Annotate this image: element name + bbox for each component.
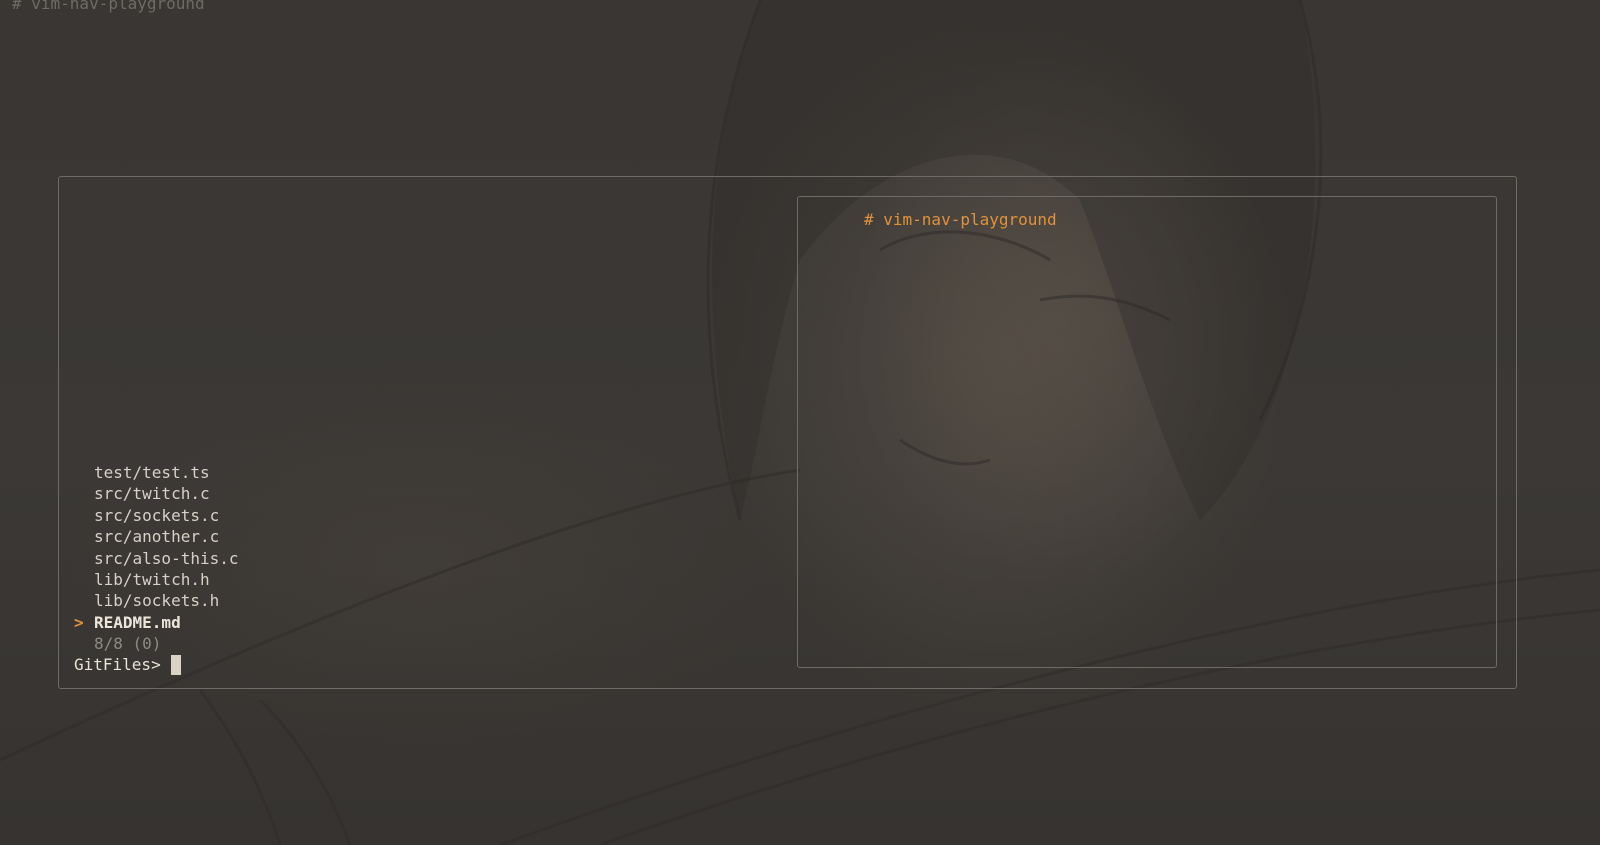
selection-pointer-icon: > <box>74 612 84 632</box>
file-path: src/sockets.c <box>94 505 220 525</box>
file-path: src/another.c <box>94 527 220 547</box>
file-path: lib/twitch.h <box>94 569 210 589</box>
file-path: src/twitch.c <box>94 484 210 504</box>
file-list-item[interactable]: > README.md <box>0 612 239 633</box>
file-list-item[interactable]: lib/sockets.h <box>0 590 239 611</box>
prompt-label: GitFiles> <box>74 655 161 674</box>
file-list-item[interactable]: lib/twitch.h <box>0 569 239 590</box>
buffer-first-line: # vim-nav-playground <box>12 0 205 13</box>
preview-content-line: # vim-nav-playground <box>864 210 1057 229</box>
preview-pane: # vim-nav-playground <box>797 196 1497 668</box>
prompt-row: GitFiles> <box>74 654 181 675</box>
file-list: test/test.ts src/twitch.c src/sockets.c src… <box>0 462 239 633</box>
file-list-item[interactable]: test/test.ts <box>0 462 239 483</box>
file-path: src/also-this.c <box>94 548 239 568</box>
search-input[interactable] <box>170 654 181 675</box>
terminal-screen: # vim-nav-playground # vim-nav-playgroun… <box>0 0 1600 845</box>
file-list-item[interactable]: src/also-this.c <box>0 548 239 569</box>
file-list-item[interactable]: src/twitch.c <box>0 483 239 504</box>
file-list-item[interactable]: src/another.c <box>0 526 239 547</box>
file-path: lib/sockets.h <box>94 591 220 611</box>
file-list-item[interactable]: src/sockets.c <box>0 505 239 526</box>
file-path: test/test.ts <box>94 463 210 482</box>
match-counter: 8/8 (0) <box>94 634 162 653</box>
file-path: README.md <box>94 612 181 632</box>
